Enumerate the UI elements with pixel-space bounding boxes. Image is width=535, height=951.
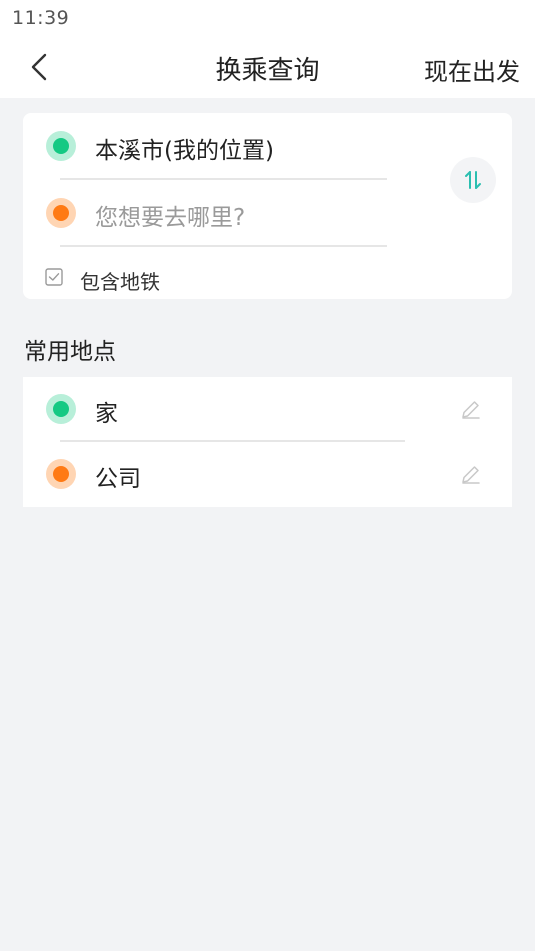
favorite-label: 公司 [95,466,141,492]
origin-dot-icon [46,131,76,161]
status-time: 11:39 [12,7,70,29]
swap-button[interactable] [450,157,496,203]
origin-input[interactable]: 本溪市(我的位置) [23,113,443,177]
include-subway-label: 包含地铁 [80,270,160,294]
company-dot-icon [46,459,76,489]
route-divider [60,245,387,247]
route-card: 本溪市(我的位置) 您想要去哪里? 包含地铁 [23,113,512,299]
checkbox-icon[interactable] [45,268,63,286]
favorite-label: 家 [95,401,118,427]
depart-now-button[interactable]: 现在出发 [424,52,520,87]
destination-placeholder: 您想要去哪里? [95,205,246,231]
destination-dot-icon [46,198,76,228]
favorite-item-home[interactable]: 家 [23,377,512,441]
destination-input[interactable]: 您想要去哪里? [23,180,443,244]
favorites-card: 家 公司 [23,377,512,507]
status-bar: 11:39 [0,0,535,36]
nav-bar: 换乘查询 现在出发 [0,36,535,98]
pencil-icon[interactable] [459,462,483,486]
pencil-icon[interactable] [459,397,483,421]
favorite-item-company[interactable]: 公司 [23,442,512,506]
swap-vertical-icon [465,171,481,189]
origin-text: 本溪市(我的位置) [95,138,274,164]
favorites-title: 常用地点 [24,339,116,365]
home-dot-icon [46,394,76,424]
